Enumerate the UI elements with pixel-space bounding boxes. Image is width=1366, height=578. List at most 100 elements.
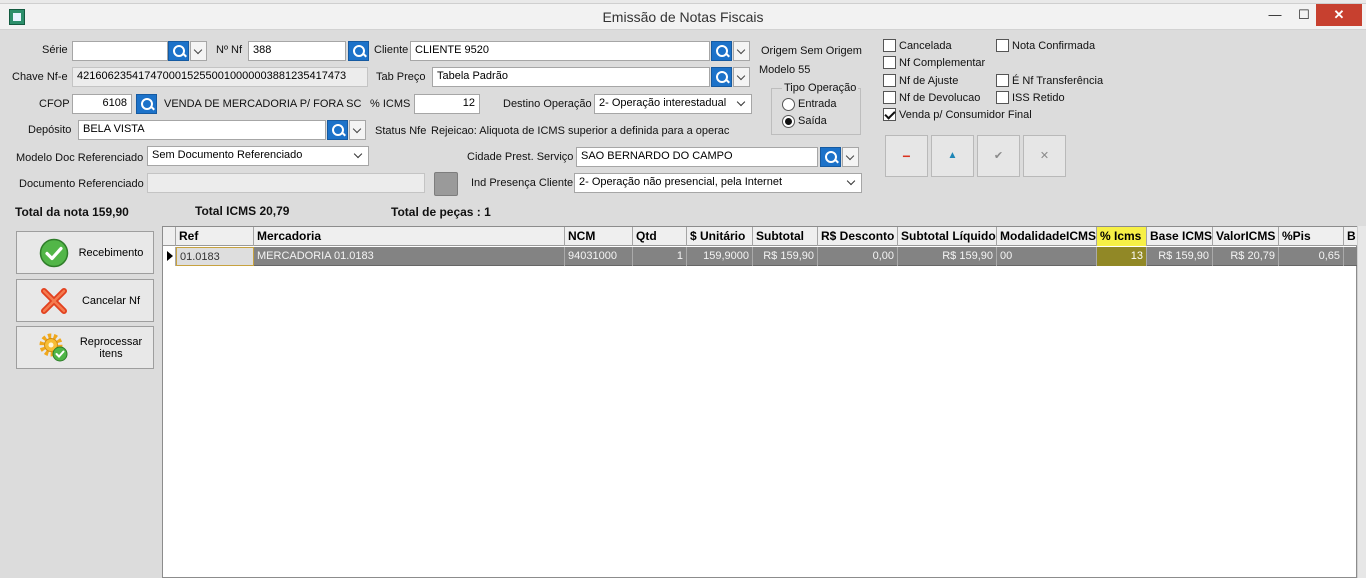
items-grid[interactable]: Ref Mercadoria NCM Qtd $ Unitário Subtot… xyxy=(162,226,1358,578)
col-ref-header[interactable]: Ref xyxy=(176,227,254,246)
cidade-label: Cidade Prest. Serviço xyxy=(467,151,574,163)
confirm-button[interactable]: ✔ xyxy=(977,135,1020,177)
gear-check-icon xyxy=(39,333,68,362)
cfop-label: CFOP xyxy=(39,98,70,110)
move-up-button[interactable]: ▲ xyxy=(931,135,974,177)
cell-modalidade-icms[interactable]: 00 xyxy=(997,247,1097,266)
doc-ref-label: Documento Referenciado xyxy=(19,178,144,190)
cidade-search-icon[interactable] xyxy=(820,147,841,167)
col-desconto-header[interactable]: R$ Desconto xyxy=(818,227,898,246)
cell-ref[interactable]: 01.0183 xyxy=(176,247,254,266)
nf-devolucao-checkbox[interactable] xyxy=(883,91,896,104)
iss-retido-checkbox[interactable] xyxy=(996,91,1009,104)
destino-select[interactable]: 2- Operação interestadual xyxy=(594,94,752,114)
red-x-icon xyxy=(41,288,67,314)
minimize-button[interactable]: — xyxy=(1258,4,1292,26)
col-b-header[interactable]: B xyxy=(1344,227,1358,246)
grid-header: Ref Mercadoria NCM Qtd $ Unitário Subtot… xyxy=(163,227,1358,246)
cell-b[interactable] xyxy=(1344,247,1358,266)
cell-valor-icms[interactable]: R$ 20,79 xyxy=(1213,247,1279,266)
reprocessar-itens-label: Reprocessar itens xyxy=(79,335,143,360)
col-mercadoria-header[interactable]: Mercadoria xyxy=(254,227,565,246)
col-pis-header[interactable]: %Pis xyxy=(1279,227,1344,246)
origem-text: Origem Sem Origem xyxy=(761,45,862,57)
cell-pct-icms[interactable]: 13 xyxy=(1097,247,1147,266)
tabpreco-search-icon[interactable] xyxy=(711,67,732,87)
cell-subtotal[interactable]: R$ 159,90 xyxy=(753,247,818,266)
radio-saida-label: Saída xyxy=(798,115,827,127)
maximize-button[interactable]: ☐ xyxy=(1292,4,1316,26)
cliente-search-icon[interactable] xyxy=(711,41,732,61)
doc-ref-field xyxy=(147,173,425,193)
doc-ref-button[interactable] xyxy=(434,172,458,196)
cell-pis[interactable]: 0,65 xyxy=(1279,247,1344,266)
serie-input[interactable] xyxy=(72,41,168,61)
cfop-search-icon[interactable] xyxy=(136,94,157,114)
col-pct-icms-header[interactable]: % Icms xyxy=(1097,227,1147,246)
serie-dropdown-icon[interactable] xyxy=(190,41,207,61)
delete-record-button[interactable]: − xyxy=(885,135,928,177)
reprocessar-itens-button[interactable]: Reprocessar itens xyxy=(16,326,154,369)
cancelar-nf-button[interactable]: Cancelar Nf xyxy=(16,279,154,322)
deposito-input[interactable]: BELA VISTA xyxy=(78,120,326,140)
modelo-ref-select[interactable]: Sem Documento Referenciado xyxy=(147,146,369,166)
cell-desconto[interactable]: 0,00 xyxy=(818,247,898,266)
deposito-dropdown-icon[interactable] xyxy=(349,120,366,140)
deposito-search-icon[interactable] xyxy=(327,120,348,140)
serie-search-icon[interactable] xyxy=(168,41,189,61)
cell-subtotal-liquido[interactable]: R$ 159,90 xyxy=(898,247,997,266)
vertical-scrollbar[interactable] xyxy=(1357,226,1366,578)
nf-transferencia-label: É Nf Transferência xyxy=(1012,75,1104,87)
ind-presenca-select[interactable]: 2- Operação não presencial, pela Interne… xyxy=(574,173,862,193)
cfop-description: VENDA DE MERCADORIA P/ FORA SC xyxy=(164,98,362,110)
nf-input[interactable]: 388 xyxy=(248,41,346,61)
iss-retido-label: ISS Retido xyxy=(1012,92,1065,104)
cell-qtd[interactable]: 1 xyxy=(633,247,687,266)
col-subtotal-header[interactable]: Subtotal xyxy=(753,227,818,246)
tipo-operacao-group xyxy=(771,88,861,135)
tabpreco-input[interactable]: Tabela Padrão xyxy=(432,67,710,87)
tabpreco-dropdown-icon[interactable] xyxy=(733,67,750,87)
icms-label: % ICMS xyxy=(370,98,411,110)
nf-ajuste-checkbox[interactable] xyxy=(883,74,896,87)
total-icms: Total ICMS 20,79 xyxy=(195,204,290,218)
nf-transferencia-checkbox[interactable] xyxy=(996,74,1009,87)
col-modalidade-icms-header[interactable]: ModalidadeICMS xyxy=(997,227,1097,246)
icms-input[interactable]: 12 xyxy=(414,94,480,114)
col-valor-icms-header[interactable]: ValorICMS xyxy=(1213,227,1279,246)
nota-confirmada-checkbox[interactable] xyxy=(996,39,1009,52)
cell-ncm[interactable]: 94031000 xyxy=(565,247,633,266)
cell-unitario[interactable]: 159,9000 xyxy=(687,247,753,266)
nf-devolucao-label: Nf de Devolucao xyxy=(899,92,981,104)
recebimento-button[interactable]: Recebimento xyxy=(16,231,154,274)
cliente-input[interactable]: CLIENTE 9520 xyxy=(410,41,710,61)
window-title: Emissão de Notas Fiscais xyxy=(602,9,764,25)
col-ncm-header[interactable]: NCM xyxy=(565,227,633,246)
col-unitario-header[interactable]: $ Unitário xyxy=(687,227,753,246)
venda-consumidor-checkbox[interactable] xyxy=(883,108,896,121)
radio-entrada[interactable] xyxy=(782,98,795,111)
nf-search-icon[interactable] xyxy=(348,41,369,61)
cliente-dropdown-icon[interactable] xyxy=(733,41,750,61)
row-indicator xyxy=(163,247,176,266)
radio-saida[interactable] xyxy=(782,115,795,128)
col-subtotal-liquido-header[interactable]: Subtotal Líquido xyxy=(898,227,997,246)
cell-base-icms[interactable]: R$ 159,90 xyxy=(1147,247,1213,266)
cidade-input[interactable]: SAO BERNARDO DO CAMPO xyxy=(576,147,818,167)
nf-label: Nº Nf xyxy=(216,44,243,56)
cancelada-checkbox[interactable] xyxy=(883,39,896,52)
cell-mercadoria[interactable]: MERCADORIA 01.0183 xyxy=(254,247,565,266)
tipo-operacao-label: Tipo Operação xyxy=(782,82,859,94)
sidebar: Recebimento Cancelar Nf Reprocessar iten… xyxy=(0,224,162,578)
nf-complementar-checkbox[interactable] xyxy=(883,56,896,69)
cancelada-label: Cancelada xyxy=(899,40,952,52)
nf-ajuste-label: Nf de Ajuste xyxy=(899,75,959,87)
table-row[interactable]: 01.0183 MERCADORIA 01.0183 94031000 1 15… xyxy=(163,247,1358,266)
cfop-input[interactable]: 6108 xyxy=(72,94,132,114)
col-base-icms-header[interactable]: Base ICMS xyxy=(1147,227,1213,246)
close-button[interactable]: ✕ xyxy=(1316,4,1362,26)
deposito-label: Depósito xyxy=(28,124,72,136)
cidade-dropdown-icon[interactable] xyxy=(842,147,859,167)
col-qtd-header[interactable]: Qtd xyxy=(633,227,687,246)
cancel-edit-button[interactable]: ✕ xyxy=(1023,135,1066,177)
